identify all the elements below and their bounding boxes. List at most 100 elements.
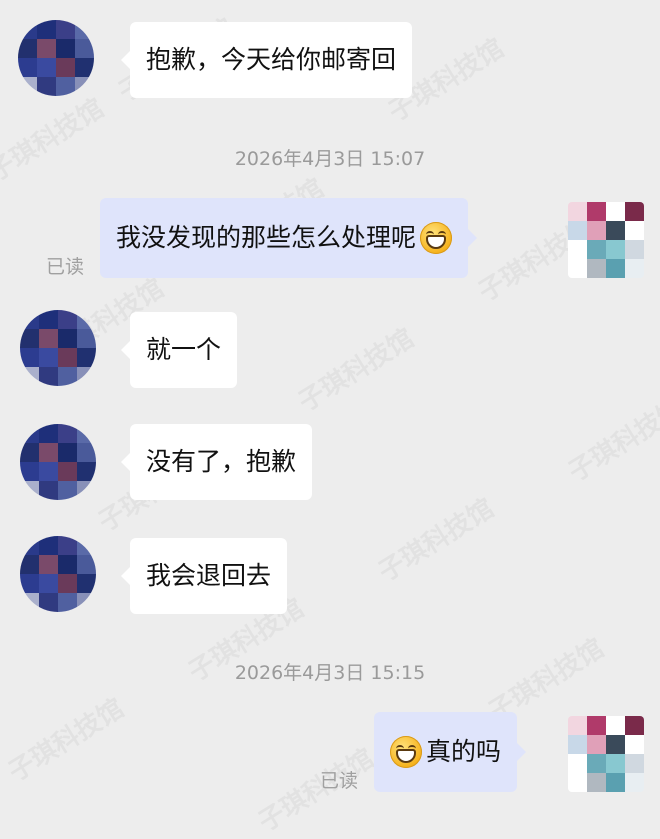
- avatar-pixel: [58, 593, 77, 612]
- avatar-pixel: [58, 536, 77, 555]
- avatar-pixel: [20, 443, 39, 462]
- avatar-pixel: [568, 735, 587, 754]
- watermark: 子琪科技馆: [0, 88, 110, 188]
- avatar-pixel: [58, 367, 77, 386]
- avatar-pixel: [20, 329, 39, 348]
- avatar-pixel: [37, 20, 56, 39]
- message-bubble-incoming[interactable]: 抱歉，今天给你邮寄回: [120, 22, 413, 98]
- avatar-pixel: [58, 310, 77, 329]
- avatar-pixel: [77, 593, 96, 612]
- avatar-pixel: [39, 462, 58, 481]
- avatar[interactable]: [20, 536, 96, 612]
- avatar-pixel: [606, 240, 625, 259]
- avatar-pixel: [77, 329, 96, 348]
- message-text: 我没发现的那些怎么处理呢: [116, 222, 417, 252]
- avatar-pixel: [587, 716, 606, 735]
- avatar[interactable]: [568, 716, 644, 792]
- watermark: 子琪科技馆: [0, 688, 130, 788]
- avatar-pixel: [606, 259, 625, 278]
- avatar-pixel: [77, 481, 96, 500]
- avatar-pixel: [20, 481, 39, 500]
- avatar-pixel: [58, 555, 77, 574]
- avatar-pixel: [20, 593, 39, 612]
- avatar-pixel: [20, 310, 39, 329]
- avatar-pixel: [20, 462, 39, 481]
- avatar-pixel: [20, 574, 39, 593]
- avatar-pixel: [568, 202, 587, 221]
- timestamp: 2026年4月3日 15:07: [234, 148, 426, 170]
- avatar-pixel: [39, 443, 58, 462]
- avatar-pixel: [39, 555, 58, 574]
- avatar-pixel: [39, 348, 58, 367]
- avatar-pixel: [56, 39, 75, 58]
- read-status: 已读: [320, 770, 359, 792]
- avatar-pixel: [568, 716, 587, 735]
- avatar[interactable]: [568, 202, 644, 278]
- avatar-pixel: [58, 574, 77, 593]
- avatar[interactable]: [20, 310, 96, 386]
- message-text: 真的吗: [426, 736, 502, 766]
- avatar-pixel: [39, 424, 58, 443]
- avatar-pixel: [39, 574, 58, 593]
- avatar-pixel: [587, 240, 606, 259]
- watermark: 子琪科技馆: [250, 738, 380, 838]
- message-bubble-incoming[interactable]: 没有了，抱歉: [120, 424, 313, 500]
- avatar-pixel: [77, 462, 96, 481]
- message-bubble-incoming[interactable]: 我会退回去: [120, 538, 288, 614]
- watermark: 子琪科技馆: [290, 318, 420, 418]
- watermark: 子琪科技馆: [560, 388, 660, 488]
- avatar-pixel: [20, 367, 39, 386]
- avatar-pixel: [77, 310, 96, 329]
- avatar-pixel: [625, 221, 644, 240]
- avatar-pixel: [75, 20, 94, 39]
- avatar-pixel: [77, 555, 96, 574]
- grinning-face-icon: [420, 222, 453, 254]
- avatar-pixel: [75, 77, 94, 96]
- avatar-pixel: [58, 443, 77, 462]
- avatar-pixel: [587, 221, 606, 240]
- avatar[interactable]: [18, 20, 94, 96]
- avatar-pixel: [606, 716, 625, 735]
- avatar-pixel: [20, 555, 39, 574]
- avatar-pixel: [18, 20, 37, 39]
- avatar-pixel: [77, 536, 96, 555]
- grinning-face-icon: [390, 736, 422, 768]
- avatar[interactable]: [20, 424, 96, 500]
- avatar-pixel: [58, 424, 77, 443]
- avatar-pixel: [587, 773, 606, 792]
- avatar-pixel: [606, 754, 625, 773]
- avatar-pixel: [606, 221, 625, 240]
- avatar-pixel: [606, 735, 625, 754]
- avatar-pixel: [20, 424, 39, 443]
- message-bubble-outgoing[interactable]: 真的吗: [374, 712, 527, 792]
- avatar-pixel: [37, 77, 56, 96]
- avatar-pixel: [625, 240, 644, 259]
- message-bubble-outgoing[interactable]: 我没发现的那些怎么处理呢: [100, 198, 478, 278]
- timestamp: 2026年4月3日 15:15: [234, 662, 426, 684]
- avatar-pixel: [625, 735, 644, 754]
- avatar-pixel: [568, 754, 587, 773]
- message-bubble-incoming[interactable]: 就一个: [120, 312, 238, 388]
- avatar-pixel: [77, 424, 96, 443]
- avatar-pixel: [625, 259, 644, 278]
- message-text: 我会退回去: [146, 560, 272, 590]
- avatar-pixel: [587, 735, 606, 754]
- avatar-pixel: [56, 58, 75, 77]
- avatar-pixel: [587, 754, 606, 773]
- avatar-pixel: [58, 462, 77, 481]
- avatar-pixel: [18, 58, 37, 77]
- avatar-pixel: [18, 77, 37, 96]
- avatar-pixel: [39, 310, 58, 329]
- watermark: 子琪科技馆: [370, 488, 500, 588]
- avatar-pixel: [625, 716, 644, 735]
- avatar-pixel: [39, 367, 58, 386]
- avatar-pixel: [39, 329, 58, 348]
- avatar-pixel: [56, 77, 75, 96]
- avatar-pixel: [568, 773, 587, 792]
- avatar-pixel: [20, 348, 39, 367]
- avatar-pixel: [606, 773, 625, 792]
- read-status: 已读: [46, 256, 85, 278]
- avatar-pixel: [58, 348, 77, 367]
- avatar-pixel: [625, 773, 644, 792]
- avatar-pixel: [606, 202, 625, 221]
